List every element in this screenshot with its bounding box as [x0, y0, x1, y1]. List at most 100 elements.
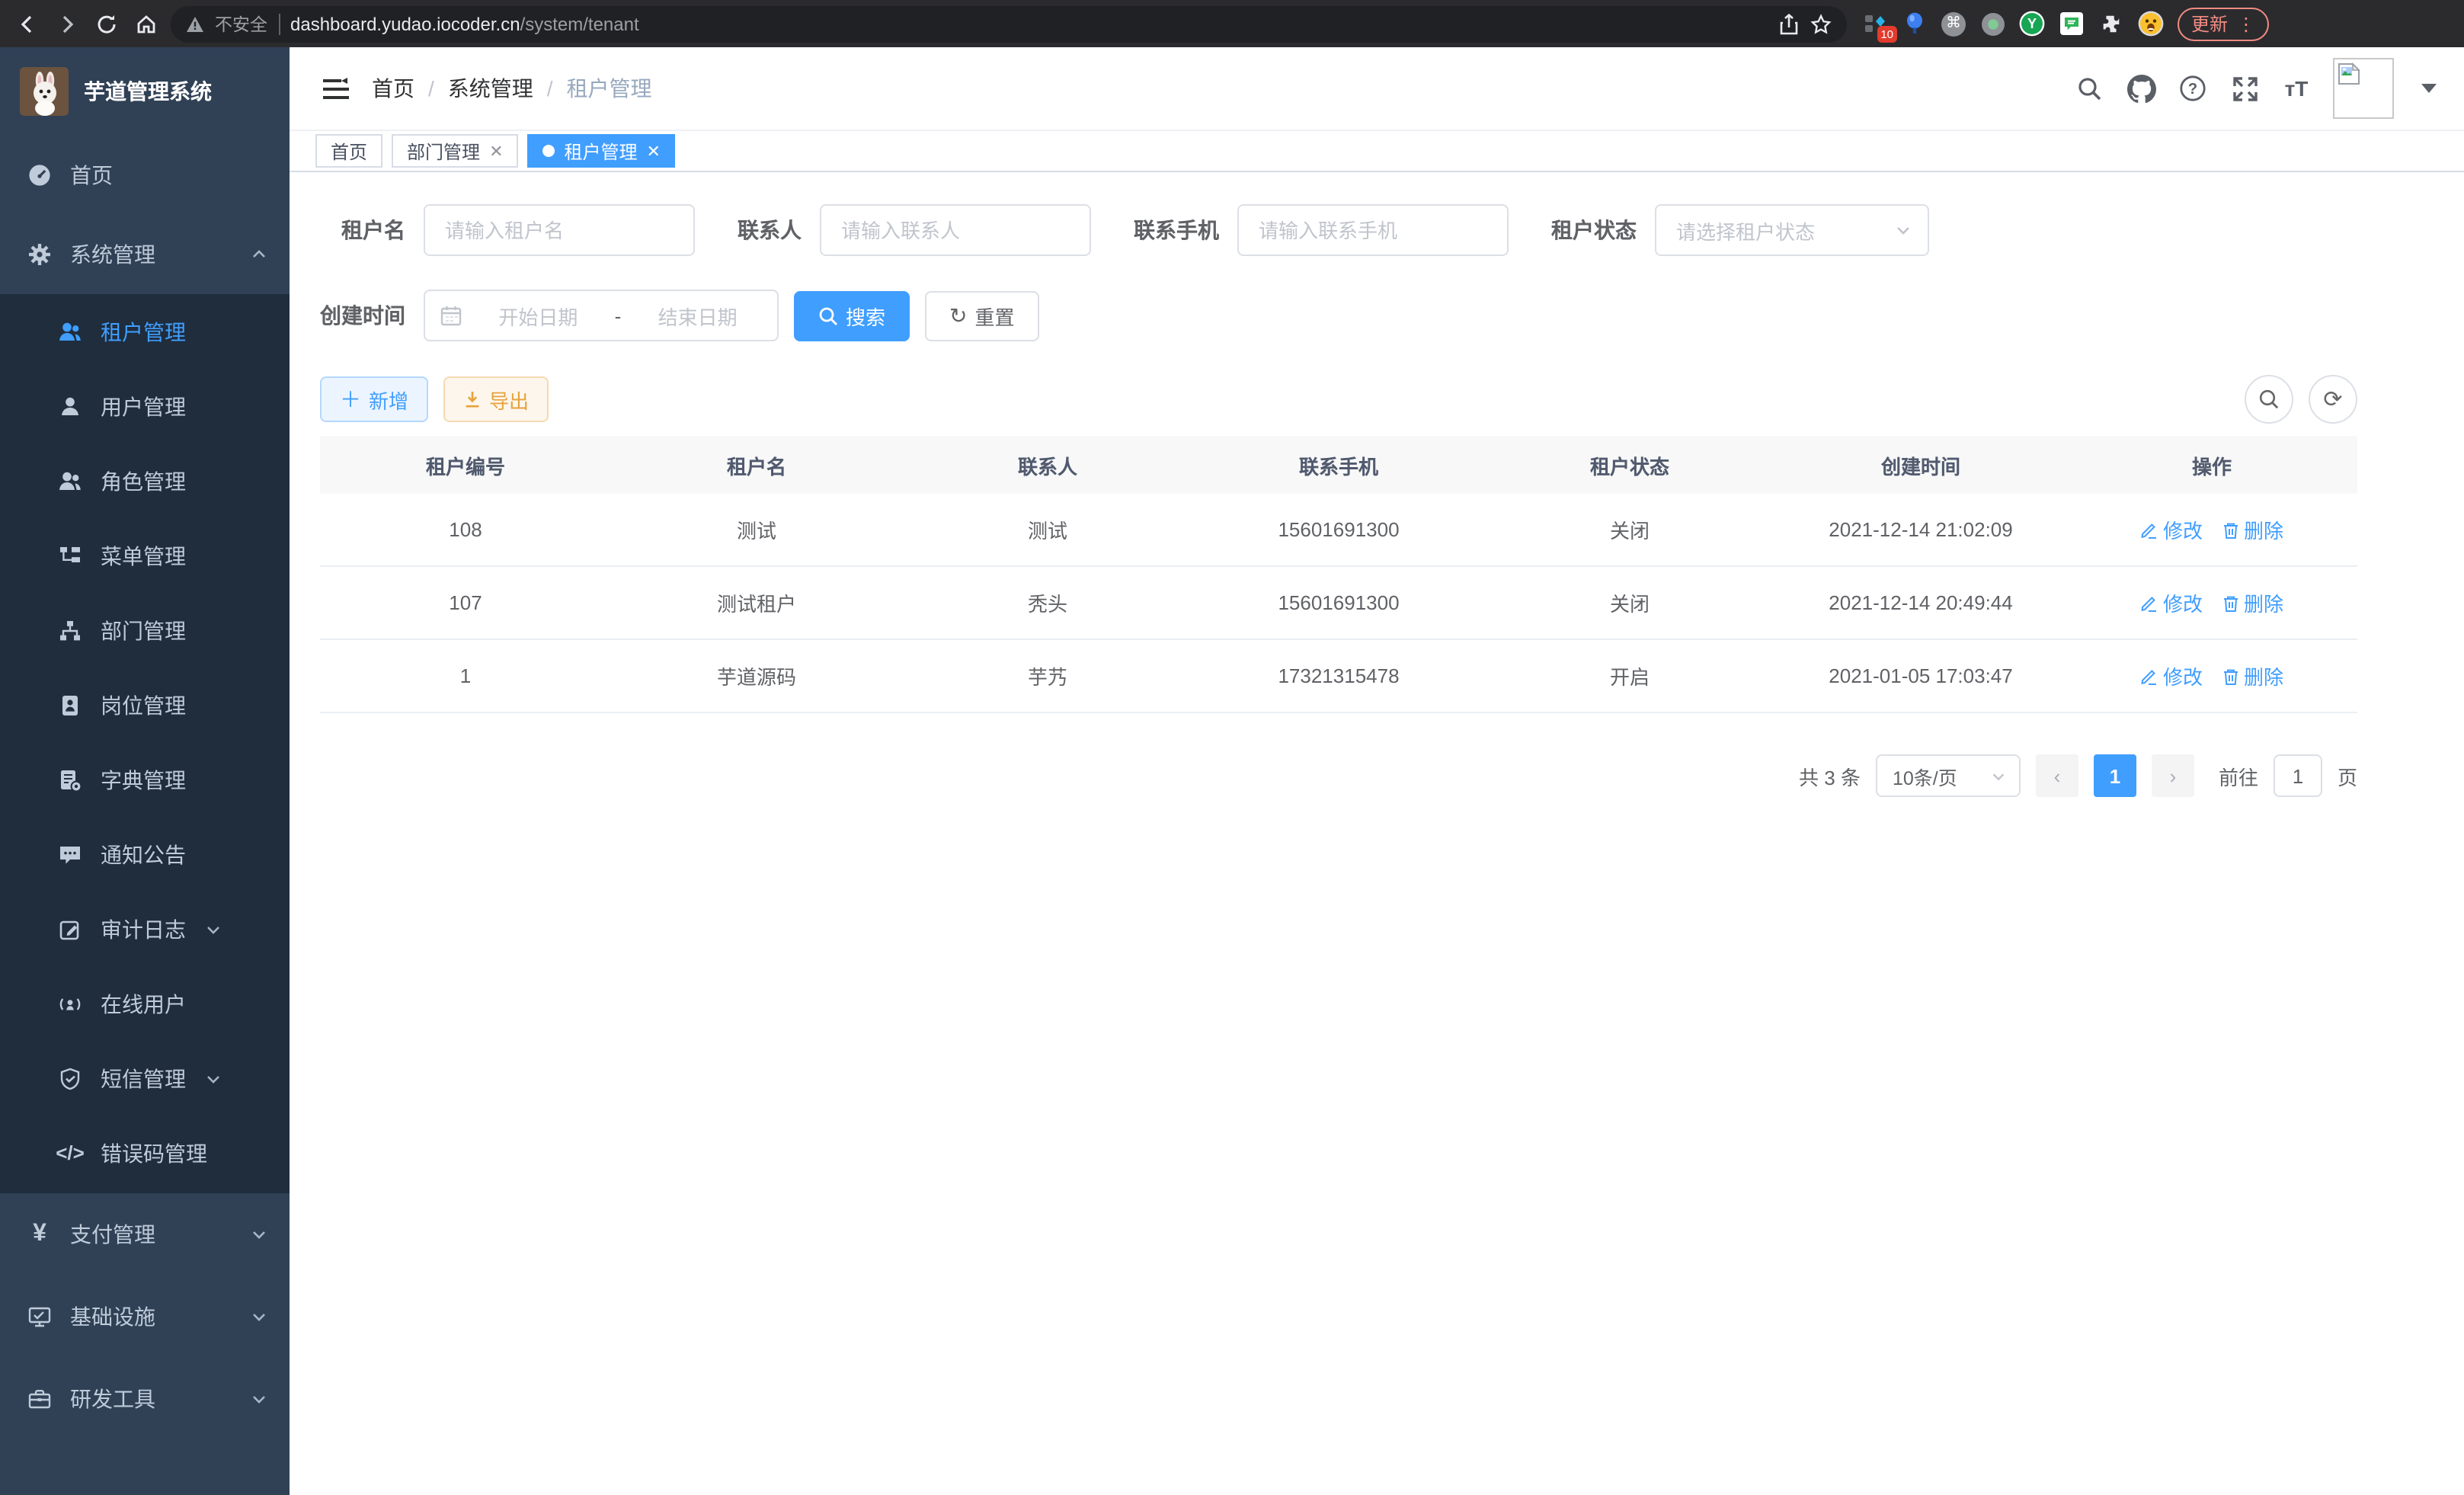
delete-link[interactable]: 删除 [2221, 588, 2283, 617]
export-button[interactable]: 导出 [443, 376, 549, 422]
search-icon [2258, 389, 2280, 410]
sidebar-item-tenant[interactable]: 租户管理 [0, 294, 290, 369]
extension-tasks-icon[interactable]: 10 [1862, 11, 1888, 37]
page-size-select[interactable]: 10条/页 [1876, 754, 2021, 797]
security-label[interactable]: 不安全 [215, 11, 267, 36]
delete-link[interactable]: 删除 [2221, 661, 2283, 690]
share-icon[interactable] [1778, 13, 1800, 34]
sidebar-item-error-code[interactable]: </> 错误码管理 [0, 1116, 290, 1190]
sidebar: 芋道管理系统 首页 系统管理 [0, 47, 290, 1495]
browser-forward-icon[interactable] [52, 8, 82, 39]
sidebar-item-infra[interactable]: 基础设施 [0, 1276, 290, 1358]
sidebar-item-sms[interactable]: 短信管理 [0, 1041, 290, 1116]
security-warning-icon[interactable] [186, 14, 204, 33]
edit-link[interactable]: 修改 [2140, 515, 2203, 544]
address-bar[interactable]: 不安全 dashboard.yudao.iocoder.cn/system/te… [171, 5, 1847, 42]
prev-page-button[interactable]: ‹ [2036, 754, 2078, 797]
extension-balloon-icon[interactable] [1902, 11, 1928, 37]
browser-update-button[interactable]: 更新 ⋮ [2178, 7, 2269, 40]
breadcrumb-home[interactable]: 首页 [372, 73, 414, 104]
page-url[interactable]: dashboard.yudao.iocoder.cn/system/tenant [290, 13, 639, 34]
extension-y-icon[interactable]: Y [2019, 11, 2045, 37]
column-header: 联系人 [902, 450, 1193, 479]
sidebar-item-role[interactable]: 角色管理 [0, 443, 290, 518]
search-icon[interactable] [2074, 73, 2104, 104]
column-header: 租户状态 [1484, 450, 1775, 479]
sidebar-item-notice[interactable]: 通知公告 [0, 817, 290, 892]
github-icon[interactable] [2126, 73, 2156, 104]
sidebar-item-pay[interactable]: ¥ 支付管理 [0, 1193, 290, 1276]
extension-recorder-icon[interactable] [1979, 11, 2005, 37]
browser-back-icon[interactable] [12, 8, 43, 39]
extension-chat-icon[interactable] [2059, 11, 2085, 37]
sidebar-item-label: 审计日志 [101, 914, 186, 944]
table-row: 1 芋道源码 芋艿 17321315478 开启 2021-01-05 17:0… [320, 640, 2357, 713]
org-chart-icon [58, 618, 82, 642]
app-title: 芋道管理系统 [84, 76, 212, 107]
help-icon[interactable]: ? [2178, 73, 2208, 104]
sidebar-item-menu[interactable]: 菜单管理 [0, 518, 290, 593]
user-avatar[interactable] [2333, 58, 2394, 119]
reset-button[interactable]: ↻ 重置 [925, 290, 1039, 341]
svg-text:Y: Y [2027, 16, 2037, 31]
refresh-button[interactable]: ⟳ [2309, 375, 2357, 424]
sidebar-item-home[interactable]: 首页 [0, 136, 290, 215]
breadcrumb-system[interactable]: 系统管理 [448, 73, 533, 104]
tenant-name: 测试租户 [611, 588, 902, 617]
search-button[interactable]: 搜索 [794, 290, 910, 341]
sidebar-collapse-icon[interactable] [320, 73, 350, 104]
profile-avatar-icon[interactable] [2138, 11, 2164, 37]
column-header: 操作 [2066, 450, 2357, 479]
delete-link[interactable]: 删除 [2221, 515, 2283, 544]
extension-command-icon[interactable]: ⌘ [1941, 11, 1966, 36]
date-end-placeholder: 结束日期 [633, 301, 762, 330]
sidebar-item-audit-log[interactable]: 审计日志 [0, 892, 290, 966]
sidebar-item-label: 支付管理 [70, 1219, 232, 1250]
add-button[interactable]: ＋ 新增 [320, 376, 428, 422]
sidebar-item-dept[interactable]: 部门管理 [0, 593, 290, 667]
mobile-label: 联系手机 [1134, 215, 1237, 245]
sidebar-item-user[interactable]: 用户管理 [0, 369, 290, 443]
tab-tenant[interactable]: 租户管理✕ [528, 134, 676, 168]
tenant-contact: 芋艿 [902, 661, 1193, 690]
avatar-dropdown-icon[interactable] [2421, 84, 2437, 93]
sidebar-item-online-user[interactable]: 在线用户 [0, 966, 290, 1041]
mobile-input[interactable] [1237, 204, 1509, 256]
tenant-name-label: 租户名 [320, 215, 424, 245]
date-range-picker[interactable]: 开始日期 - 结束日期 [424, 290, 779, 341]
sidebar-item-dev-tools[interactable]: 研发工具 [0, 1358, 290, 1440]
bookmark-star-icon[interactable] [1810, 13, 1832, 34]
chevron-down-icon [250, 1225, 268, 1244]
page-number-button[interactable]: 1 [2094, 754, 2136, 797]
status-select[interactable]: 请选择租户状态 [1655, 204, 1929, 256]
fullscreen-icon[interactable] [2229, 73, 2260, 104]
show-search-button[interactable] [2245, 375, 2293, 424]
tab-home[interactable]: 首页 [315, 134, 382, 168]
tenant-mobile: 15601691300 [1193, 518, 1484, 541]
close-icon[interactable]: ✕ [489, 141, 503, 161]
edit-link[interactable]: 修改 [2140, 588, 2203, 617]
date-start-placeholder: 开始日期 [474, 301, 603, 330]
next-page-button[interactable]: › [2152, 754, 2194, 797]
sidebar-item-system[interactable]: 系统管理 [0, 215, 290, 294]
sidebar-item-dict[interactable]: 字典管理 [0, 742, 290, 817]
browser-menu-icon[interactable]: ⋮ [2237, 13, 2255, 34]
extensions-puzzle-icon[interactable] [2098, 11, 2124, 37]
sidebar-item-post[interactable]: 岗位管理 [0, 667, 290, 742]
contact-input[interactable] [820, 204, 1091, 256]
sidebar-item-label: 部门管理 [101, 615, 186, 645]
close-icon[interactable]: ✕ [647, 141, 661, 161]
page-content: 租户名 联系人 联系手机 租户状态 请选择租户状态 [290, 172, 2464, 1495]
browser-home-icon[interactable] [131, 8, 162, 39]
tab-dept[interactable]: 部门管理✕ [392, 134, 518, 168]
tenant-name-input[interactable] [424, 204, 695, 256]
table-header-row: 租户编号 租户名 联系人 联系手机 租户状态 创建时间 操作 [320, 436, 2357, 494]
sidebar-item-label: 岗位管理 [101, 690, 186, 720]
chevron-down-icon [250, 1308, 268, 1326]
trash-icon [2221, 594, 2239, 612]
app-logo[interactable]: 芋道管理系统 [0, 47, 290, 136]
browser-reload-icon[interactable] [91, 8, 122, 39]
edit-link[interactable]: 修改 [2140, 661, 2203, 690]
goto-page-input[interactable] [2274, 754, 2322, 797]
font-size-icon[interactable]: ᴛT [2281, 73, 2312, 104]
